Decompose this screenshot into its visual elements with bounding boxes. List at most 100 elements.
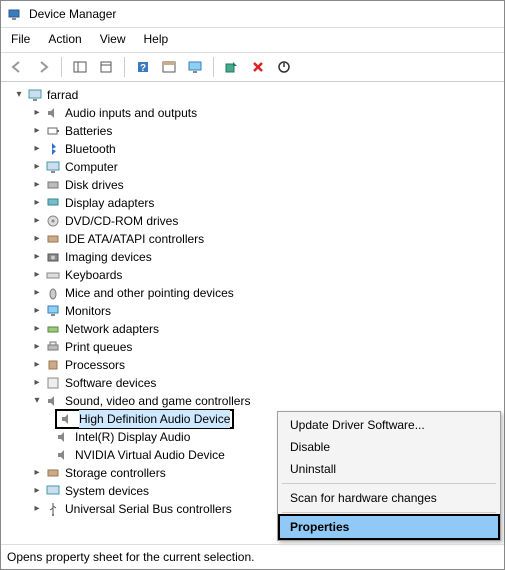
statusbar: Opens property sheet for the current sel… [1, 544, 504, 569]
optical-drive-icon [45, 213, 61, 229]
tree-node-sound-video-game[interactable]: ▾ Sound, video and game controllers [5, 392, 500, 410]
collapse-icon[interactable]: ▾ [13, 86, 25, 104]
cm-properties[interactable]: Properties [278, 514, 500, 540]
node-label: IDE ATA/ATAPI controllers [65, 230, 204, 248]
titlebar: Device Manager [1, 1, 504, 28]
expand-icon[interactable]: ▸ [31, 230, 43, 248]
menu-help[interactable]: Help [144, 32, 169, 46]
node-label: Batteries [65, 122, 112, 140]
speaker-icon [55, 429, 71, 445]
window-title: Device Manager [29, 7, 116, 21]
expand-icon[interactable]: ▸ [31, 212, 43, 230]
node-label: Network adapters [65, 320, 159, 338]
software-icon [45, 375, 61, 391]
expand-icon[interactable]: ▸ [31, 248, 43, 266]
expand-icon[interactable]: ▸ [31, 104, 43, 122]
tree-node-monitors[interactable]: ▸ Monitors [5, 302, 500, 320]
node-label: Universal Serial Bus controllers [65, 500, 232, 518]
tree-root-label: farrad [47, 86, 78, 104]
tree-node-batteries[interactable]: ▸ Batteries [5, 122, 500, 140]
menu-file[interactable]: File [11, 32, 30, 46]
collapse-icon[interactable]: ▾ [31, 392, 43, 410]
action-button[interactable] [157, 55, 181, 79]
tree-node-disk-drives[interactable]: ▸ Disk drives [5, 176, 500, 194]
node-label: Bluetooth [65, 140, 116, 158]
expand-icon[interactable]: ▸ [31, 122, 43, 140]
node-label: Audio inputs and outputs [65, 104, 197, 122]
expand-icon[interactable]: ▸ [31, 158, 43, 176]
node-label: Monitors [65, 302, 111, 320]
cm-scan-hardware[interactable]: Scan for hardware changes [280, 487, 498, 509]
tree-node-ide[interactable]: ▸ IDE ATA/ATAPI controllers [5, 230, 500, 248]
show-hide-console-button[interactable] [68, 55, 92, 79]
speaker-icon [59, 411, 75, 427]
cm-disable[interactable]: Disable [280, 436, 498, 458]
expand-icon[interactable]: ▸ [31, 176, 43, 194]
expand-icon[interactable]: ▸ [31, 482, 43, 500]
menu-action[interactable]: Action [48, 32, 81, 46]
tree-node-print-queues[interactable]: ▸ Print queues [5, 338, 500, 356]
menu-separator [282, 512, 496, 513]
tree-node-software-devices[interactable]: ▸ Software devices [5, 374, 500, 392]
expand-icon[interactable]: ▸ [31, 374, 43, 392]
tree-node-audio-io[interactable]: ▸ Audio inputs and outputs [5, 104, 500, 122]
leaf-label: High Definition Audio Device [79, 410, 230, 428]
battery-icon [45, 123, 61, 139]
node-label: Software devices [65, 374, 156, 392]
tree-node-dvd-cd[interactable]: ▸ DVD/CD-ROM drives [5, 212, 500, 230]
disk-icon [45, 177, 61, 193]
expand-icon[interactable]: ▸ [31, 194, 43, 212]
status-text: Opens property sheet for the current sel… [7, 550, 254, 564]
scan-hardware-button[interactable] [220, 55, 244, 79]
node-label: Print queues [65, 338, 132, 356]
back-button[interactable] [5, 55, 29, 79]
node-label: Sound, video and game controllers [65, 392, 250, 410]
tree-root[interactable]: ▾ farrad [5, 86, 500, 104]
bluetooth-icon [45, 141, 61, 157]
node-label: Imaging devices [65, 248, 152, 266]
cm-uninstall[interactable]: Uninstall [280, 458, 498, 480]
speaker-icon [45, 105, 61, 121]
expand-icon[interactable]: ▸ [31, 266, 43, 284]
expand-icon[interactable]: ▸ [31, 500, 43, 518]
menu-view[interactable]: View [100, 32, 126, 46]
disable-button[interactable] [272, 55, 296, 79]
expand-icon[interactable]: ▸ [31, 356, 43, 374]
forward-button[interactable] [31, 55, 55, 79]
speaker-icon [45, 393, 61, 409]
cpu-icon [45, 357, 61, 373]
camera-icon [45, 249, 61, 265]
tree-node-processors[interactable]: ▸Processors [5, 356, 500, 374]
tree-node-computer[interactable]: ▸ Computer [5, 158, 500, 176]
toolbar: ? [1, 53, 504, 82]
keyboard-icon [45, 267, 61, 283]
node-label: Computer [65, 158, 118, 176]
cm-update-driver[interactable]: Update Driver Software... [280, 414, 498, 436]
tree-node-bluetooth[interactable]: ▸ Bluetooth [5, 140, 500, 158]
node-label: DVD/CD-ROM drives [65, 212, 178, 230]
display-adapter-icon [45, 195, 61, 211]
tree-node-mice[interactable]: ▸Mice and other pointing devices [5, 284, 500, 302]
tree-node-network[interactable]: ▸ Network adapters [5, 320, 500, 338]
leaf-label: NVIDIA Virtual Audio Device [75, 446, 225, 464]
expand-icon[interactable]: ▸ [31, 302, 43, 320]
expand-icon[interactable]: ▸ [31, 464, 43, 482]
tree-node-display-adapters[interactable]: ▸Display adapters [5, 194, 500, 212]
uninstall-button[interactable] [246, 55, 270, 79]
node-label: Disk drives [65, 176, 124, 194]
expand-icon[interactable]: ▸ [31, 140, 43, 158]
monitor-toolbar-icon[interactable] [183, 55, 207, 79]
usb-icon [45, 501, 61, 517]
expand-icon[interactable]: ▸ [31, 284, 43, 302]
tree-node-keyboards[interactable]: ▸Keyboards [5, 266, 500, 284]
properties-button[interactable] [94, 55, 118, 79]
svg-text:?: ? [140, 63, 146, 74]
menu-separator [282, 483, 496, 484]
help-button[interactable]: ? [131, 55, 155, 79]
tree-node-imaging[interactable]: ▸ Imaging devices [5, 248, 500, 266]
printer-icon [45, 339, 61, 355]
expand-icon[interactable]: ▸ [31, 338, 43, 356]
device-manager-icon [7, 6, 23, 22]
context-menu: Update Driver Software... Disable Uninst… [277, 411, 501, 541]
expand-icon[interactable]: ▸ [31, 320, 43, 338]
